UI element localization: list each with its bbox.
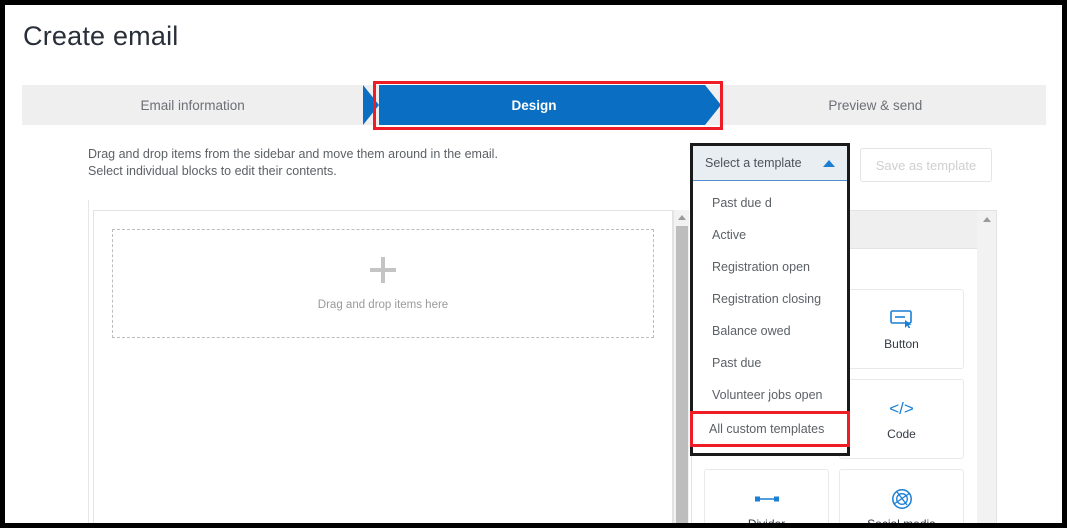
dropdown-item-label: Past due: [712, 356, 762, 370]
template-dropdown-toggle[interactable]: Select a template: [693, 146, 847, 181]
block-tile-code[interactable]: </> Code: [839, 379, 964, 459]
wizard-tab-bar: Email information Design Preview & send: [22, 85, 1046, 125]
instructions-line-2: Select individual blocks to edit their c…: [88, 164, 337, 178]
dropdown-item-label: Registration open: [712, 260, 810, 274]
dropdown-item-registration-open[interactable]: Registration open: [693, 251, 847, 283]
dropdown-item-label: Volunteer jobs open: [712, 388, 823, 402]
triangle-up-icon[interactable]: [983, 217, 991, 222]
dropdown-item-active[interactable]: Active: [693, 219, 847, 251]
block-tile-social-media[interactable]: Social media: [839, 469, 964, 528]
block-label: Code: [887, 426, 916, 441]
page-title: Create email: [23, 21, 179, 51]
block-label: Social media: [867, 516, 936, 528]
triangle-up-icon[interactable]: [678, 215, 686, 220]
dropdown-item-label: All custom templates: [709, 422, 825, 436]
dropdown-item-past-due-d[interactable]: Past due d: [693, 187, 847, 219]
tab-label: Design: [511, 97, 557, 113]
dropdown-item-registration-closing[interactable]: Registration closing: [693, 283, 847, 315]
dropdown-item-label: Past due d: [712, 196, 772, 210]
social-media-icon: [891, 488, 913, 510]
template-dropdown: Select a template Past due d Active Regi…: [690, 143, 850, 456]
create-email-window: Create email Email information Design Pr…: [0, 0, 1067, 528]
template-dropdown-label: Select a template: [705, 156, 802, 170]
tab-design[interactable]: Design: [363, 85, 721, 125]
dropdown-item-past-due[interactable]: Past due: [693, 347, 847, 379]
chevron-up-icon[interactable]: [823, 159, 835, 167]
block-tile-button[interactable]: Button: [839, 289, 964, 369]
save-as-template-button[interactable]: Save as template: [860, 148, 992, 182]
tab-email-information[interactable]: Email information: [22, 85, 363, 125]
dropzone-label: Drag and drop items here: [317, 298, 449, 311]
dropdown-item-volunteer-jobs-open[interactable]: Volunteer jobs open: [693, 379, 847, 411]
block-tile-divider[interactable]: Divider: [704, 469, 829, 528]
canvas-dropzone[interactable]: Drag and drop items here: [112, 229, 654, 338]
code-icon: </>: [889, 398, 914, 418]
sidebar-scrollbar[interactable]: [977, 211, 996, 523]
instructions-text: Drag and drop items from the sidebar and…: [88, 146, 648, 180]
dropdown-item-label: Registration closing: [712, 292, 822, 306]
dropdown-item-label: Active: [712, 228, 747, 242]
button-icon: [889, 308, 914, 330]
block-label: Divider: [747, 516, 786, 528]
email-canvas[interactable]: Drag and drop items here: [93, 210, 673, 523]
dropdown-item-balance-owed[interactable]: Balance owed: [693, 315, 847, 347]
dropdown-item-label: Balance owed: [712, 324, 791, 338]
instructions-line-1: Drag and drop items from the sidebar and…: [88, 147, 498, 161]
block-label: Button: [884, 336, 919, 351]
tab-label: Preview & send: [828, 97, 923, 113]
plus-icon: [370, 256, 396, 283]
tab-label: Email information: [140, 97, 245, 113]
divider-icon: [754, 488, 780, 510]
tab-preview-and-send[interactable]: Preview & send: [705, 85, 1046, 125]
dropdown-item-all-custom-templates[interactable]: All custom templates: [690, 411, 850, 447]
canvas-scrollbar-thumb[interactable]: [676, 226, 688, 523]
column-divider: [88, 200, 89, 523]
template-dropdown-list: Past due d Active Registration open Regi…: [690, 181, 850, 447]
canvas-scrollbar[interactable]: [673, 210, 689, 523]
